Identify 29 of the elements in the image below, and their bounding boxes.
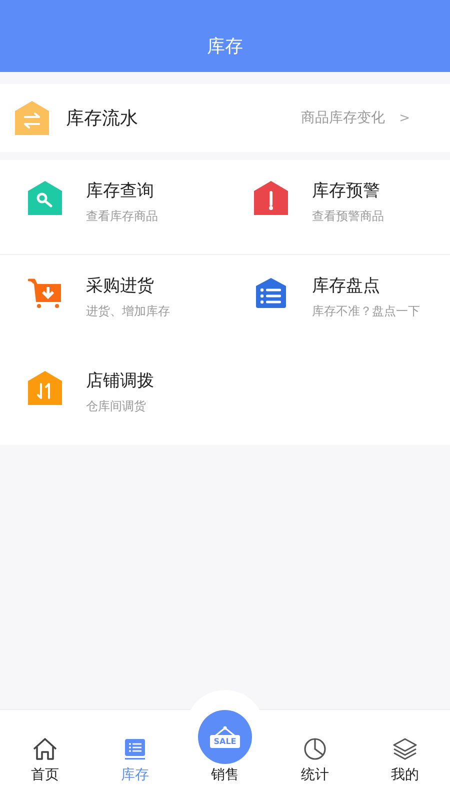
feature-subtitle: 查看库存商品 [86,208,158,225]
list-icon [122,736,148,762]
feature-title: 库存盘点 [312,275,381,297]
tab-item[interactable]: 统计 [270,710,360,800]
tab-item[interactable]: 首页 [0,710,90,800]
inventory-flow-row[interactable]: 库存流水 商品库存变化 > [0,84,450,152]
feature-title: 店铺调拨 [86,370,154,392]
tab-item[interactable]: 我的 [360,710,450,800]
feature-subtitle: 进货、增加库存 [86,303,170,320]
feature-title: 库存预警 [312,180,381,202]
hanger-icon [213,726,237,736]
feature-item[interactable]: 采购进货 进货、增加库存 [0,255,225,350]
feature-subtitle: 查看预警商品 [312,208,384,225]
feature-item[interactable]: 店铺调拨 仓库间调货 [0,350,225,445]
feature-title: 库存查询 [86,180,155,202]
feature-subtitle: 仓库间调货 [86,398,147,415]
sale-sign: SALE [210,735,240,748]
feature-item[interactable]: 库存预警 查看预警商品 [225,160,450,255]
chevron-text: > [399,110,410,126]
home-icon [32,736,58,762]
row-title: 库存流水 [66,107,139,130]
feature-item[interactable]: 库存查询 查看库存商品 [0,160,225,255]
feature-subtitle: 库存不准？盘点一下 [312,303,420,320]
layers-icon [392,736,418,762]
page-title: 库存 [207,35,243,58]
feature-item[interactable]: 库存盘点 库存不准？盘点一下 [225,255,450,350]
feature-title: 采购进货 [86,275,155,297]
pie-chart-icon [302,736,328,762]
row-hint: 商品库存变化 [301,109,386,127]
